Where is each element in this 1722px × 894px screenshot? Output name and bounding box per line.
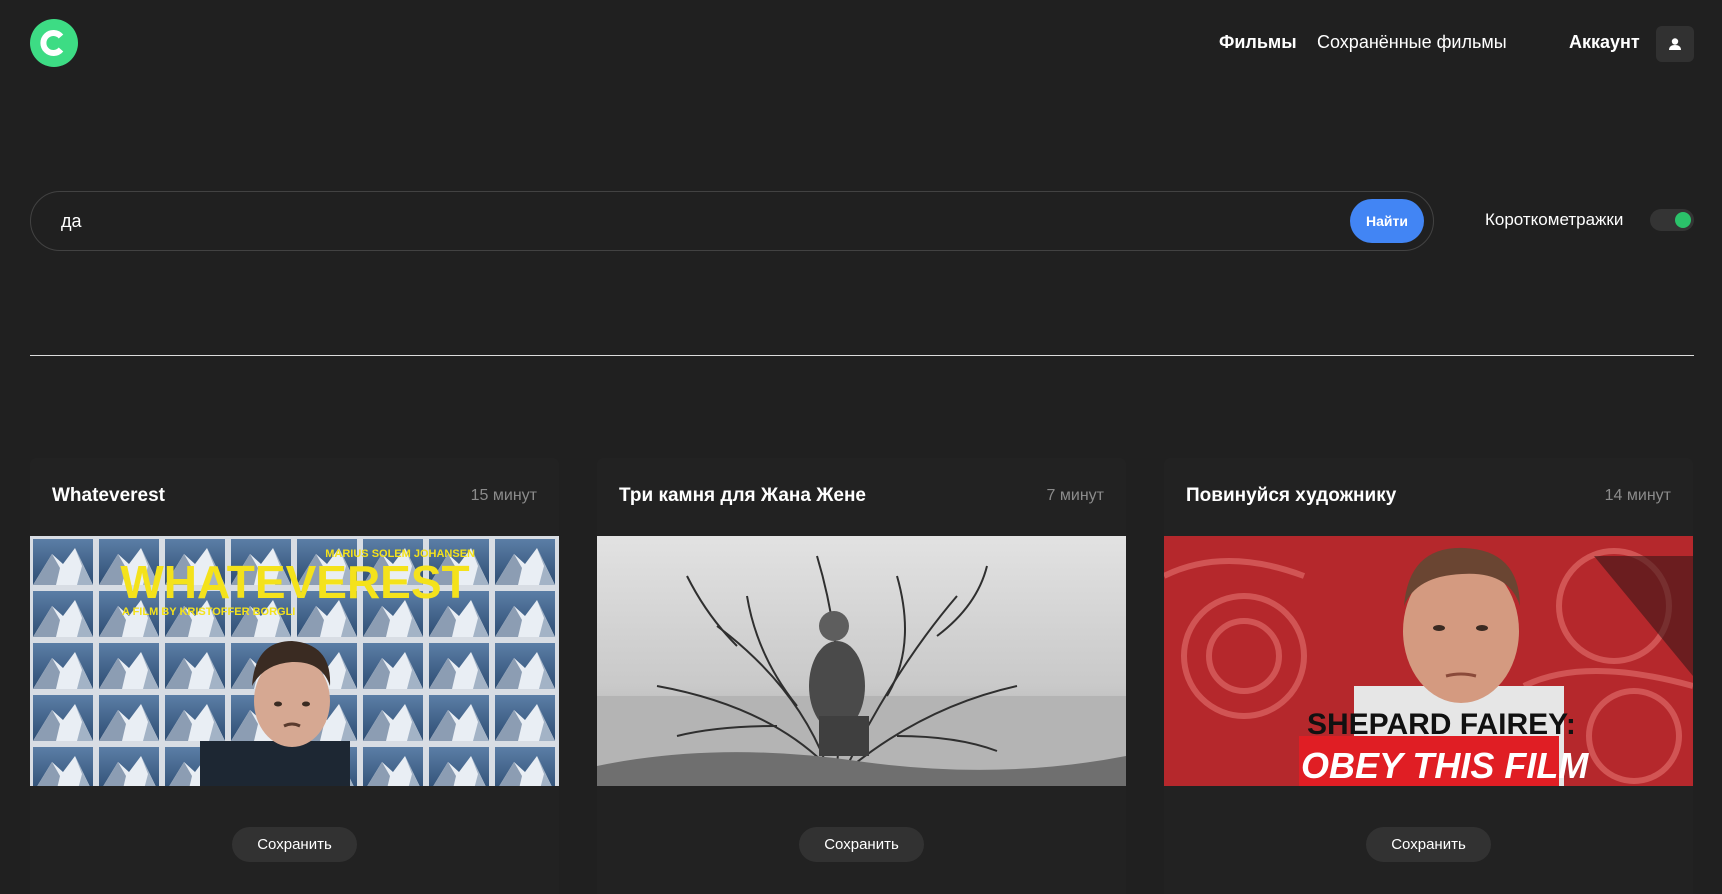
nav-saved-movies-link[interactable]: Сохранённые фильмы [1317, 32, 1507, 53]
poster-text-main: WHATEVEREST [120, 556, 469, 608]
poster-text-sub: A FILM BY KRISTOFFER BORGLI [122, 606, 295, 618]
movie-poster-image [597, 536, 1126, 786]
search-submit-button[interactable]: Найти [1350, 199, 1424, 243]
movie-poster-image: MARIUS SOLEM JOHANSEN WHATEVEREST A FILM… [30, 536, 559, 786]
search-form: Найти [30, 191, 1434, 251]
toggle-knob [1675, 212, 1691, 228]
search-input[interactable] [61, 206, 1261, 236]
section-divider [30, 355, 1694, 356]
movie-duration: 7 минут [1046, 487, 1104, 504]
movie-poster-image: SHEPARD FAIREY: OBEY THIS FILM [1164, 536, 1693, 786]
logo-c-icon[interactable] [30, 19, 78, 67]
poster-text-line2: OBEY THIS FILM [1301, 745, 1589, 786]
movie-title: Три камня для Жана Жене [619, 485, 866, 506]
movie-poster-link[interactable]: MARIUS SOLEM JOHANSEN WHATEVEREST A FILM… [30, 536, 559, 786]
nav-movies-link[interactable]: Фильмы [1219, 32, 1297, 53]
movie-duration: 14 минут [1604, 487, 1671, 504]
account-button[interactable] [1656, 26, 1694, 62]
movie-title: Whateverest [52, 485, 165, 506]
movie-title: Повинуйся художнику [1186, 485, 1397, 506]
poster-text-line1: SHEPARD FAIREY: [1307, 708, 1576, 741]
movie-card: Три камня для Жана Жене 7 минут Сохранит… [597, 458, 1126, 894]
movie-duration: 15 минут [470, 487, 537, 504]
shorts-toggle[interactable] [1650, 209, 1694, 231]
save-movie-button[interactable]: Сохранить [1366, 827, 1491, 862]
save-movie-button[interactable]: Сохранить [799, 827, 924, 862]
logo-glyph [40, 30, 64, 56]
movie-poster-link[interactable] [597, 536, 1126, 786]
movie-card: Повинуйся художнику 14 минут SHEPARD FAI… [1164, 458, 1693, 894]
save-movie-button[interactable]: Сохранить [232, 827, 357, 862]
shorts-filter-label: Короткометражки [1485, 210, 1624, 229]
site-header: Фильмы Сохранённые фильмы Аккаунт [0, 0, 1722, 88]
movie-card: Whateverest 15 минут MARIUS SOLEM JOHANS… [30, 458, 559, 894]
user-icon [1669, 38, 1681, 50]
nav-account-link[interactable]: Аккаунт [1569, 32, 1640, 53]
movie-poster-link[interactable]: SHEPARD FAIREY: OBEY THIS FILM [1164, 536, 1693, 786]
